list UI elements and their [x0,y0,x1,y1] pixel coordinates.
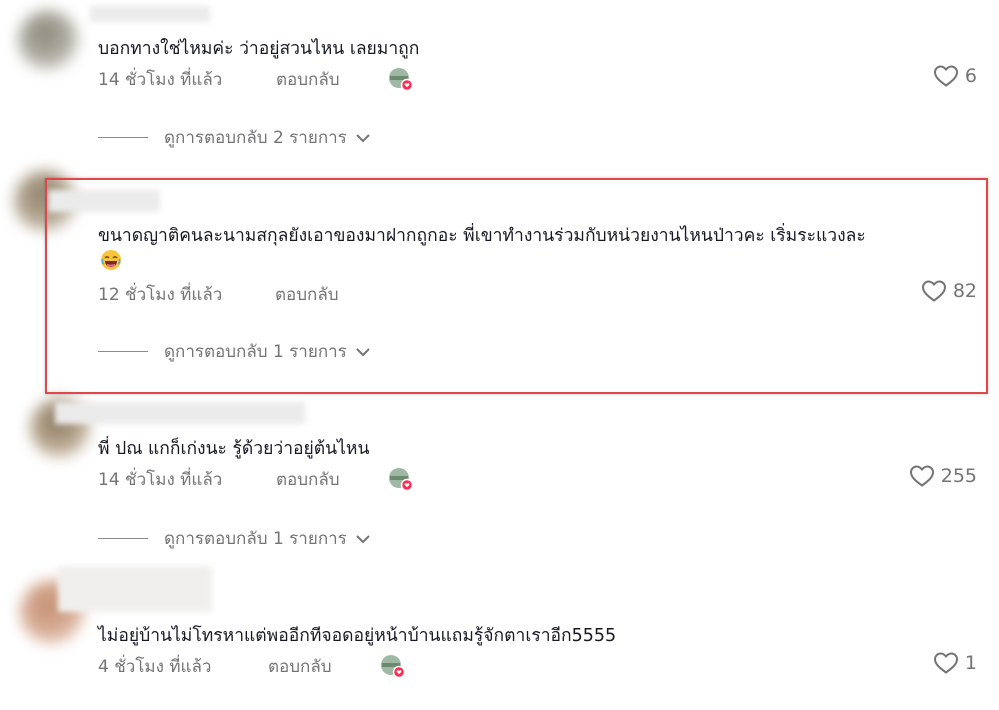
divider [98,351,148,352]
like-button[interactable]: 6 [933,64,977,88]
view-replies-label: ดูการตอบกลับ 1 รายการ [164,342,347,362]
username-blurred[interactable] [55,402,305,424]
view-replies-button[interactable]: ดูการตอบกลับ 2 รายการ [98,124,371,151]
reply-button[interactable]: ตอบกลับ [276,466,340,493]
like-button[interactable]: 1 [933,651,977,675]
like-count: 6 [964,65,977,87]
like-count: 82 [952,280,977,302]
view-replies-button[interactable]: ดูการตอบกลับ 1 รายการ [98,525,371,552]
username-blurred[interactable] [90,6,210,22]
username-blurred[interactable] [48,190,160,212]
view-replies-label: ดูการตอบกลับ 2 รายการ [164,128,347,148]
comment-text: บอกทางใช่ไหมค่ะ ว่าอยู่สวนไหน เลยมาถูก [98,39,420,59]
creator-liked-icon [389,468,412,491]
reply-button[interactable]: ตอบกลับ [275,281,339,308]
avatar[interactable] [18,10,78,70]
like-count: 1 [964,652,977,674]
username-blurred[interactable] [58,566,212,612]
view-replies-label: ดูการตอบกลับ 1 รายการ [164,529,347,549]
comment-time: 12 ชั่วโมง ที่แล้ว [98,285,223,305]
heart-icon [933,652,958,674]
comment-time: 4 ชั่วโมง ที่แล้ว [98,657,212,677]
chevron-down-icon [356,534,370,543]
chevron-down-icon [356,347,370,356]
comment-text: ไม่อยู่บ้านไม่โทรหาแต่พออีกทีจอดอยู่หน้า… [98,626,617,646]
comment-time: 14 ชั่วโมง ที่แล้ว [98,70,223,90]
like-count: 255 [940,465,977,487]
divider [98,538,148,539]
chevron-down-icon [356,133,370,142]
heart-icon [909,465,934,487]
view-replies-button[interactable]: ดูการตอบกลับ 1 รายการ [98,338,371,365]
reply-button[interactable]: ตอบกลับ [268,653,332,680]
comment-text: ขนาดญาติคนละนามสกุลยังเอาของมาฝากถูกอะ พ… [98,226,866,246]
reply-button[interactable]: ตอบกลับ [276,66,340,93]
heart-icon [921,280,946,302]
divider [98,137,148,138]
comment-time: 14 ชั่วโมง ที่แล้ว [98,470,223,490]
like-button[interactable]: 255 [909,464,977,488]
laughing-emoji-icon [101,250,121,270]
like-button[interactable]: 82 [921,279,977,303]
comment-text: พี่ ปณ แกก็เก่งนะ รู้ด้วยว่าอยู่ต้นไหน [98,439,370,459]
creator-liked-icon [381,655,404,678]
creator-liked-icon [389,68,412,91]
heart-icon [933,65,958,87]
